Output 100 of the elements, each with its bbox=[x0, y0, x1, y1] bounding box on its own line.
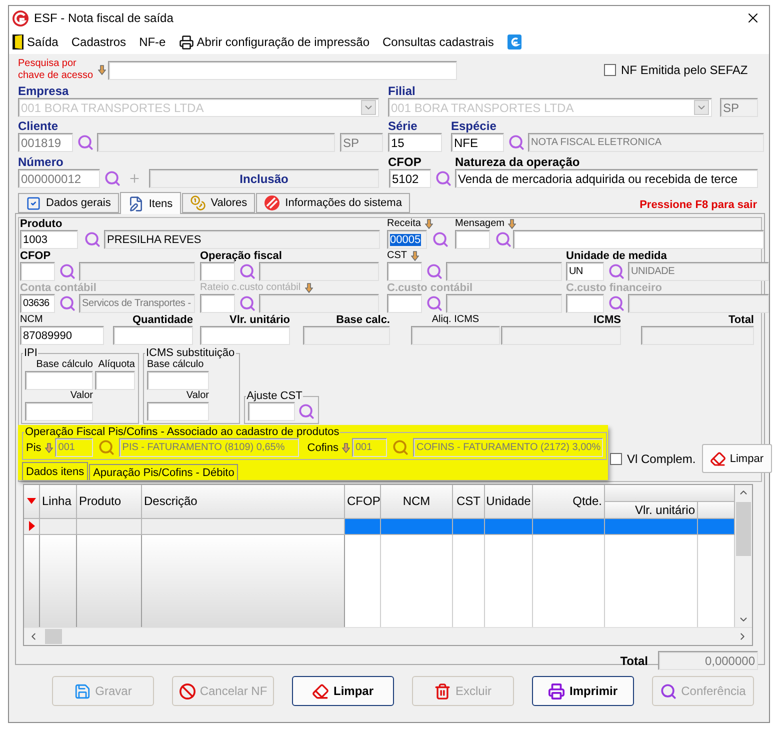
checkbox[interactable] bbox=[604, 64, 616, 76]
trash-icon bbox=[434, 682, 452, 700]
action-button[interactable]: Limpar bbox=[292, 676, 394, 706]
group-title: Ajuste CST bbox=[246, 390, 304, 402]
tab[interactable]: Informações do sistema bbox=[256, 193, 410, 213]
search-icon[interactable] bbox=[392, 439, 410, 456]
field-label: Unidade de medida bbox=[566, 250, 667, 262]
column-header[interactable]: NCM bbox=[381, 485, 453, 519]
input-field[interactable] bbox=[200, 262, 235, 281]
checkbox-icon bbox=[26, 196, 41, 210]
input-field[interactable]: 1003 bbox=[20, 230, 78, 249]
exit-hint: Pressione F8 para sair bbox=[640, 199, 757, 211]
input-field[interactable] bbox=[20, 262, 55, 281]
column-header[interactable]: Vlr. unitário bbox=[605, 502, 698, 519]
column-header[interactable]: Linha bbox=[40, 485, 77, 519]
action-button[interactable]: Imprimir bbox=[532, 676, 634, 706]
input-field[interactable] bbox=[147, 371, 209, 390]
description-field: COFINS - FATURAMENTO (2172) 3,00% bbox=[413, 438, 604, 457]
input-field[interactable]: NFE bbox=[451, 133, 504, 152]
input-field[interactable] bbox=[200, 326, 290, 345]
plus-icon[interactable] bbox=[128, 172, 141, 185]
search-icon[interactable] bbox=[298, 403, 315, 420]
table-row[interactable] bbox=[24, 519, 735, 535]
input-field[interactable] bbox=[566, 294, 604, 313]
input-field[interactable]: 001 bbox=[352, 438, 388, 457]
search-icon[interactable] bbox=[59, 295, 76, 312]
field-label: Cliente bbox=[18, 119, 60, 133]
search-icon[interactable] bbox=[508, 134, 525, 151]
input-field[interactable]: 00005 bbox=[387, 230, 427, 249]
description-field: UNIDADE bbox=[628, 262, 769, 281]
tab[interactable]: Apuração Pis/Cofins - Débito bbox=[89, 464, 238, 480]
search-icon[interactable] bbox=[426, 295, 443, 312]
column-header[interactable]: Qtde. bbox=[533, 485, 605, 519]
column-header[interactable]: CST bbox=[453, 485, 485, 519]
column-header[interactable]: CFOP bbox=[345, 485, 381, 519]
search-icon[interactable] bbox=[608, 295, 625, 312]
input-field[interactable]: 5102 bbox=[389, 169, 431, 188]
search-icon[interactable] bbox=[77, 134, 94, 151]
horizontal-scrollbar[interactable] bbox=[24, 627, 752, 645]
search-icon[interactable] bbox=[239, 295, 256, 312]
field-label: Pis bbox=[26, 442, 42, 454]
description-field: NOTA FISCAL ELETRONICA bbox=[528, 133, 764, 152]
input-field[interactable] bbox=[513, 230, 764, 249]
input-field[interactable]: Venda de mercadoria adquirida ou recebida de terce bbox=[455, 169, 758, 188]
search-icon[interactable] bbox=[426, 263, 443, 280]
search-icon[interactable] bbox=[608, 263, 625, 280]
menu-item[interactable]: Abrir configuração de impressão bbox=[178, 34, 370, 50]
app-icon[interactable] bbox=[506, 34, 522, 50]
input-field[interactable]: 15 bbox=[388, 133, 442, 152]
row-indicator-icon bbox=[29, 521, 35, 531]
input-field[interactable] bbox=[25, 371, 93, 390]
search-icon[interactable] bbox=[435, 170, 452, 187]
search-icon[interactable] bbox=[98, 439, 116, 456]
column-header[interactable]: Unidade bbox=[485, 485, 533, 519]
field-label: C.custo financeiro bbox=[566, 282, 662, 294]
cancel-icon bbox=[178, 682, 196, 700]
search-icon[interactable] bbox=[59, 263, 76, 280]
input-field[interactable] bbox=[108, 60, 457, 80]
tab[interactable]: Valores bbox=[182, 193, 256, 213]
column-header[interactable]: Descrição bbox=[142, 485, 345, 519]
search-icon[interactable] bbox=[104, 170, 121, 187]
search-icon[interactable] bbox=[84, 231, 101, 248]
search-icon[interactable] bbox=[495, 231, 512, 248]
menu-item[interactable]: Consultas cadastrais bbox=[382, 35, 494, 49]
field-label: Quantidade bbox=[131, 314, 193, 326]
input-field[interactable]: UN bbox=[566, 262, 604, 281]
app-logo-icon bbox=[12, 10, 29, 26]
input-field[interactable]: 001819 bbox=[18, 133, 73, 152]
input-field[interactable]: 000000012 bbox=[18, 169, 100, 188]
description-field: PRESILHA REVES bbox=[104, 230, 380, 249]
field-label: Produto bbox=[20, 218, 64, 230]
input-field[interactable] bbox=[455, 230, 490, 249]
input-field[interactable]: 001 bbox=[55, 438, 94, 457]
input-field[interactable] bbox=[387, 294, 422, 313]
checkbox[interactable] bbox=[610, 452, 622, 464]
down-arrow-icon bbox=[98, 65, 106, 75]
group-title: IPI bbox=[23, 347, 38, 359]
column-header[interactable]: Produto bbox=[77, 485, 142, 519]
tab[interactable]: Dados itens bbox=[22, 462, 88, 480]
scrollbar-thumb[interactable] bbox=[736, 502, 751, 556]
input-field[interactable]: 87089990 bbox=[20, 326, 104, 345]
input-field[interactable] bbox=[200, 294, 235, 313]
scrollbar-thumb[interactable] bbox=[45, 629, 62, 644]
field-label: ICMS bbox=[592, 314, 621, 326]
tab[interactable]: Dados gerais bbox=[18, 193, 119, 213]
menu-item[interactable]: Saída bbox=[12, 34, 58, 50]
input-field[interactable] bbox=[387, 262, 422, 281]
tab[interactable]: Itens bbox=[120, 192, 181, 214]
menu-item[interactable]: NF-e bbox=[139, 35, 166, 49]
input-field[interactable] bbox=[25, 402, 93, 421]
search-icon[interactable] bbox=[239, 263, 256, 280]
input-field[interactable] bbox=[147, 402, 209, 421]
input-field[interactable] bbox=[95, 371, 135, 390]
table-cell bbox=[77, 519, 142, 535]
menu-item[interactable]: Cadastros bbox=[71, 35, 126, 49]
input-field[interactable] bbox=[113, 326, 193, 345]
clear-button[interactable]: Limpar bbox=[702, 444, 772, 473]
input-field[interactable] bbox=[248, 402, 295, 421]
input-field: SP bbox=[720, 98, 758, 117]
search-icon[interactable] bbox=[432, 231, 449, 248]
